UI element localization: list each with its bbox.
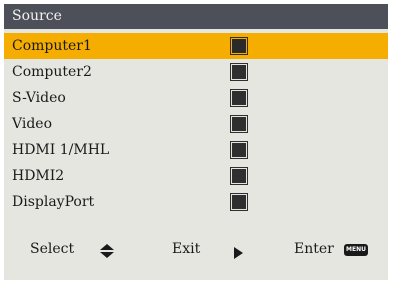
checkbox-icon[interactable] xyxy=(230,167,248,185)
key-hint-bar: Select Exit Enter MENU xyxy=(4,238,388,260)
source-item-s-video[interactable]: S-Video xyxy=(4,85,388,111)
up-down-arrows-icon xyxy=(100,243,114,265)
source-item-label: HDMI2 xyxy=(12,168,65,184)
source-item-label: Computer1 xyxy=(12,38,92,54)
right-arrow-icon xyxy=(234,244,243,266)
source-item-hdmi1-mhl[interactable]: HDMI 1/MHL xyxy=(4,137,388,163)
menu-title: Source xyxy=(4,4,388,29)
source-osd-menu: Source Computer1 Computer2 S-Video Video… xyxy=(4,4,388,280)
source-list: Computer1 Computer2 S-Video Video HDMI 1… xyxy=(4,33,388,215)
checkbox-icon[interactable] xyxy=(230,141,248,159)
menu-key-icon: MENU xyxy=(344,244,368,256)
source-item-label: HDMI 1/MHL xyxy=(12,142,110,158)
checkbox-icon[interactable] xyxy=(230,193,248,211)
source-item-hdmi2[interactable]: HDMI2 xyxy=(4,163,388,189)
source-item-computer1[interactable]: Computer1 xyxy=(4,33,388,59)
checkbox-icon[interactable] xyxy=(230,37,248,55)
source-item-label: S-Video xyxy=(12,90,66,106)
checkbox-icon[interactable] xyxy=(230,89,248,107)
source-item-displayport[interactable]: DisplayPort xyxy=(4,189,388,215)
source-item-label: Video xyxy=(12,116,53,132)
source-item-label: DisplayPort xyxy=(12,194,95,210)
checkbox-icon[interactable] xyxy=(230,115,248,133)
source-item-label: Computer2 xyxy=(12,64,92,80)
source-item-computer2[interactable]: Computer2 xyxy=(4,59,388,85)
select-hint-label: Select xyxy=(30,241,75,257)
source-item-video[interactable]: Video xyxy=(4,111,388,137)
checkbox-icon[interactable] xyxy=(230,63,248,81)
enter-hint-label: Enter xyxy=(294,241,334,257)
exit-hint-label: Exit xyxy=(172,241,201,257)
